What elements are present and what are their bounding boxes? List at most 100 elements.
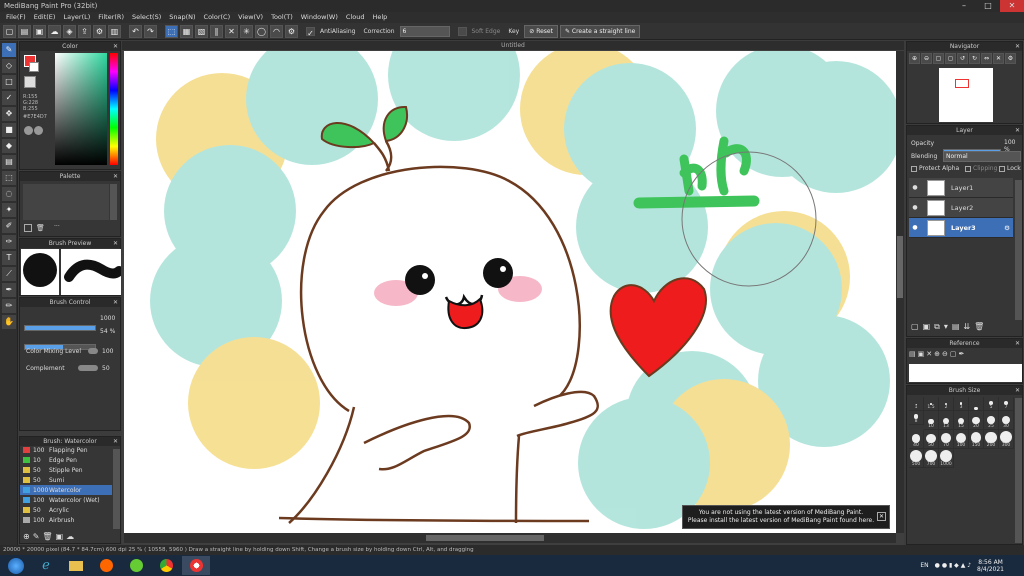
- new-file-icon[interactable]: ▢: [3, 24, 16, 38]
- menu-filter[interactable]: Filter(R): [94, 12, 128, 23]
- brush-size-slider[interactable]: [24, 325, 96, 331]
- horizontal-scroll-thumb[interactable]: [426, 535, 544, 541]
- minimize-icon[interactable]: –: [952, 0, 976, 12]
- brush-list-item[interactable]: 100 Watercolor (Wet): [20, 495, 112, 505]
- snap-circle-icon[interactable]: ◯: [255, 24, 268, 38]
- pen-tool-icon[interactable]: ✏: [2, 299, 16, 313]
- brush-size-cell[interactable]: 3: [954, 397, 969, 411]
- menu-file[interactable]: File(F): [2, 12, 30, 23]
- complement-slider[interactable]: [78, 365, 98, 371]
- brush-list-item[interactable]: 100 Flapping Pen: [20, 445, 112, 455]
- close-icon[interactable]: ✕: [113, 172, 118, 181]
- select-tool-icon-2[interactable]: ⬚: [2, 171, 16, 185]
- open-reference-icon[interactable]: ▤: [909, 350, 916, 358]
- brush-size-cell[interactable]: 70: [939, 430, 954, 449]
- brush-list-item[interactable]: 50 Acrylic: [20, 505, 112, 515]
- bucket-tool-icon[interactable]: ◆: [2, 139, 16, 153]
- straight-line-button[interactable]: ✎ Create a straight line: [559, 24, 641, 38]
- menu-view[interactable]: View(V): [234, 12, 267, 23]
- delete-brush-icon[interactable]: 🗑: [42, 532, 52, 541]
- actual-size-icon[interactable]: ◻: [945, 53, 956, 64]
- reset-view-icon[interactable]: ✕: [993, 53, 1004, 64]
- language-indicator[interactable]: EN: [920, 562, 928, 569]
- tray-icons[interactable]: ● ● ▮ ◆ ▲ ♪: [935, 562, 971, 569]
- navigator-thumbnail[interactable]: [939, 68, 993, 122]
- reference-fit-icon[interactable]: ▢: [950, 350, 957, 358]
- close-icon[interactable]: ✕: [113, 437, 118, 446]
- check-tool-icon[interactable]: ✓: [2, 91, 16, 105]
- add-brush-icon[interactable]: ⊕: [23, 532, 30, 541]
- soft-edge-checkbox[interactable]: [457, 26, 467, 36]
- duplicate-layer-icon[interactable]: ⧉: [934, 322, 940, 332]
- mixing-level-slider[interactable]: [88, 348, 98, 354]
- grid2-icon[interactable]: ▧: [195, 24, 208, 38]
- brush-size-cell[interactable]: 10: [924, 411, 939, 430]
- color-mode-icon[interactable]: [24, 126, 33, 135]
- menu-tool[interactable]: Tool(T): [267, 12, 297, 23]
- brush-size-cell[interactable]: 7: [999, 397, 1014, 411]
- redo-icon[interactable]: ↷: [144, 24, 157, 38]
- canvas-vertical-scrollbar[interactable]: [896, 51, 904, 533]
- brush-size-cell[interactable]: 200: [984, 430, 999, 449]
- add-palette-icon[interactable]: [24, 224, 32, 232]
- clock[interactable]: 8:56 AM 8/4/2021: [977, 559, 1004, 573]
- share-icon[interactable]: ◈: [63, 24, 76, 38]
- protect-alpha-checkbox[interactable]: [911, 166, 917, 172]
- brush-size-cell[interactable]: 30: [999, 411, 1014, 430]
- fit-icon[interactable]: ▢: [933, 53, 944, 64]
- lasso-tool-icon[interactable]: ◌: [2, 187, 16, 201]
- fill-rect-tool-icon[interactable]: ■: [2, 123, 16, 137]
- close-icon[interactable]: ✕: [113, 42, 118, 51]
- layer-row[interactable]: ● Layer2: [909, 198, 1013, 218]
- close-icon[interactable]: ✕: [1015, 339, 1020, 348]
- upload-icon[interactable]: ⇪: [78, 24, 91, 38]
- brush-size-cell[interactable]: 1000: [939, 449, 954, 468]
- rotate-right-icon[interactable]: ↻: [969, 53, 980, 64]
- new-color-layer-icon[interactable]: ▣: [923, 322, 931, 332]
- undo-icon[interactable]: ↶: [129, 24, 142, 38]
- brush-size-cell[interactable]: 50: [924, 430, 939, 449]
- new-layer-icon[interactable]: ▢: [911, 322, 919, 332]
- eye-icon[interactable]: ●: [909, 204, 921, 211]
- clipping-checkbox[interactable]: [965, 166, 971, 172]
- eyedropper-tool-icon[interactable]: ✒: [2, 283, 16, 297]
- brush-folder-icon[interactable]: ▣: [56, 532, 64, 541]
- select-eraser-tool-icon[interactable]: ✑: [2, 235, 16, 249]
- panel-icon[interactable]: ▥: [108, 24, 121, 38]
- brush-size-cell[interactable]: 13: [939, 411, 954, 430]
- close-icon[interactable]: ✕: [877, 512, 886, 521]
- menu-edit[interactable]: Edit(E): [30, 12, 60, 23]
- brush-cloud-icon[interactable]: ☁: [66, 532, 74, 541]
- brush-size-cell[interactable]: 500: [909, 449, 924, 468]
- close-icon[interactable]: ✕: [1000, 0, 1024, 12]
- menu-layer[interactable]: Layer(L): [59, 12, 94, 23]
- brush-size-cell[interactable]: 1.5: [924, 397, 939, 411]
- brush-list-scrollbar[interactable]: [113, 449, 120, 529]
- taskbar-medibang[interactable]: [122, 556, 150, 575]
- snap-radial-icon[interactable]: ✳: [240, 24, 253, 38]
- brush-list-item[interactable]: 10 Edge Pen: [20, 455, 112, 465]
- brush-size-cell[interactable]: 150: [969, 430, 984, 449]
- brush-list-item[interactable]: 50 Sumi: [20, 475, 112, 485]
- snap-parallel-icon[interactable]: ∥: [210, 24, 223, 38]
- reference-folder-icon[interactable]: ▣: [918, 350, 925, 358]
- vertical-scroll-thumb[interactable]: [897, 236, 903, 298]
- brush-size-cell[interactable]: 300: [999, 430, 1014, 449]
- snap-settings-icon[interactable]: ⚙: [285, 24, 298, 38]
- zoom-in-icon[interactable]: ⊕: [909, 53, 920, 64]
- brush-size-cell[interactable]: 700: [924, 449, 939, 468]
- menu-color[interactable]: Color(C): [200, 12, 235, 23]
- drawing-canvas[interactable]: [124, 51, 896, 533]
- taskbar-ie[interactable]: ℯ: [32, 556, 60, 575]
- delete-palette-icon[interactable]: 🗑: [36, 224, 45, 232]
- brush-size-cell[interactable]: 5: [984, 397, 999, 411]
- delete-layer-icon[interactable]: 🗑: [974, 322, 984, 332]
- brush-size-cell[interactable]: 100: [954, 430, 969, 449]
- update-notice[interactable]: You are not using the latest version of …: [682, 505, 890, 529]
- more-icon[interactable]: ···: [54, 223, 60, 230]
- saturation-value-picker[interactable]: [55, 53, 107, 165]
- brush-list-item[interactable]: 100 Airbrush: [20, 515, 112, 525]
- menu-select[interactable]: Select(S): [128, 12, 165, 23]
- select-tool-icon[interactable]: ⬚: [165, 24, 178, 38]
- brush-size-cell[interactable]: 40: [909, 430, 924, 449]
